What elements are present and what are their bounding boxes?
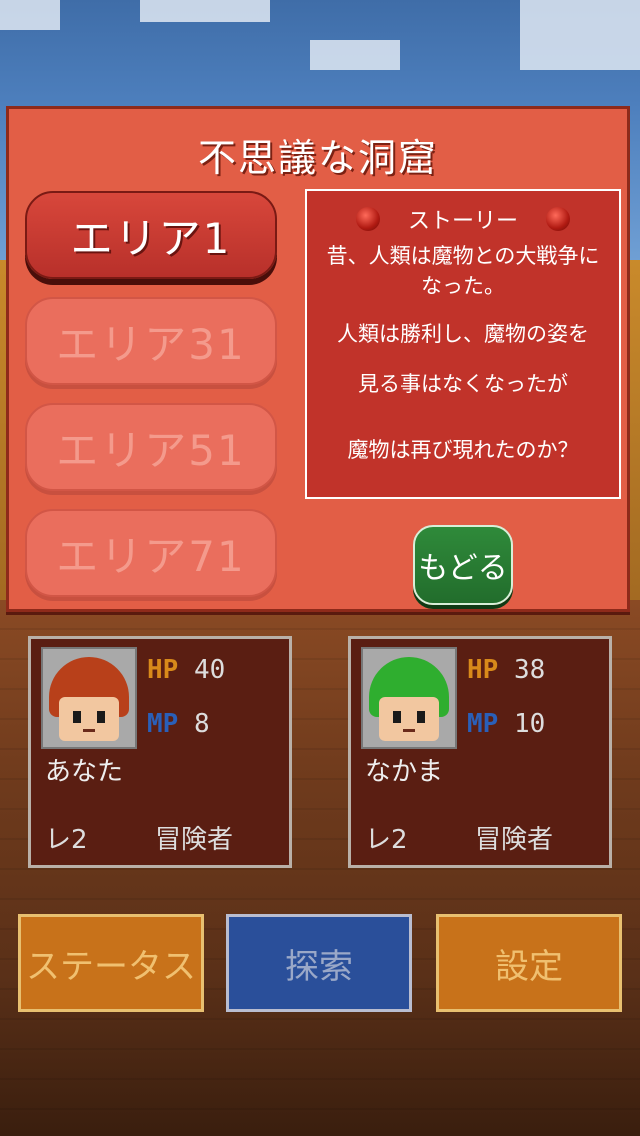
mp-stat: MP 10 [467, 709, 545, 739]
area-31-button[interactable]: エリア31 [25, 297, 277, 385]
eye [417, 711, 425, 723]
eye [97, 711, 105, 723]
mp-value: 8 [193, 709, 210, 739]
party-card-companion[interactable]: HP 38 MP 10 なかま レ2 冒険者 [348, 636, 612, 868]
area-71-button[interactable]: エリア71 [25, 509, 277, 597]
character-level: レ2 [45, 825, 88, 855]
character-level: レ2 [365, 825, 408, 855]
cloud [310, 40, 400, 70]
story-line: 昔、人類は魔物との大戦争になった。 [326, 244, 600, 298]
mp-stat: MP 8 [147, 709, 210, 739]
story-panel: ストーリー 昔、人類は魔物との大戦争になった。 人類は勝利し、魔物の姿を 見る事… [305, 189, 621, 499]
settings-button[interactable]: 設定 [436, 914, 622, 1012]
party-card-player[interactable]: HP 40 MP 8 あなた レ2 冒険者 [28, 636, 292, 868]
red-orb-icon [355, 207, 380, 231]
hp-label: HP [467, 655, 499, 685]
back-button[interactable]: もどる [413, 525, 513, 605]
cloud [520, 0, 640, 70]
mouth [403, 729, 415, 732]
hp-value: 38 [513, 655, 546, 685]
area-1-button[interactable]: エリア1 [25, 191, 277, 279]
explore-button[interactable]: 探索 [226, 914, 412, 1012]
dialog-title: 不思議な洞窟 [197, 136, 438, 180]
mp-value: 10 [513, 709, 546, 739]
face [59, 697, 119, 741]
mp-label: MP [147, 709, 179, 739]
hp-stat: HP 38 [467, 655, 545, 685]
hp-label: HP [147, 655, 179, 685]
area-51-button[interactable]: エリア51 [25, 403, 277, 491]
eye [393, 711, 401, 723]
mp-label: MP [467, 709, 499, 739]
hp-value: 40 [193, 655, 226, 685]
story-line: 魔物は再び現れたのか？ [347, 438, 579, 462]
eye [73, 711, 81, 723]
face [379, 697, 439, 741]
avatar [361, 647, 457, 749]
cloud [140, 0, 270, 22]
status-button[interactable]: ステータス [18, 914, 204, 1012]
avatar [41, 647, 137, 749]
character-name: なかま [365, 757, 444, 787]
story-heading: ストーリー [407, 209, 518, 234]
character-job: 冒険者 [475, 825, 554, 855]
story-header: ストーリー [307, 201, 619, 237]
hp-stat: HP 40 [147, 655, 225, 685]
cloud [0, 0, 60, 30]
character-name: あなた [45, 757, 124, 787]
mouth [83, 729, 95, 732]
story-line: 人類は勝利し、魔物の姿を [337, 322, 589, 346]
red-orb-icon [546, 207, 570, 231]
story-line: 見る事はなくなったが [358, 372, 568, 396]
dungeon-dialog: 不思議な洞窟 エリア1 エリア31 エリア51 エリア71 ストーリー 昔、人類… [6, 106, 630, 612]
character-job: 冒険者 [155, 825, 234, 855]
